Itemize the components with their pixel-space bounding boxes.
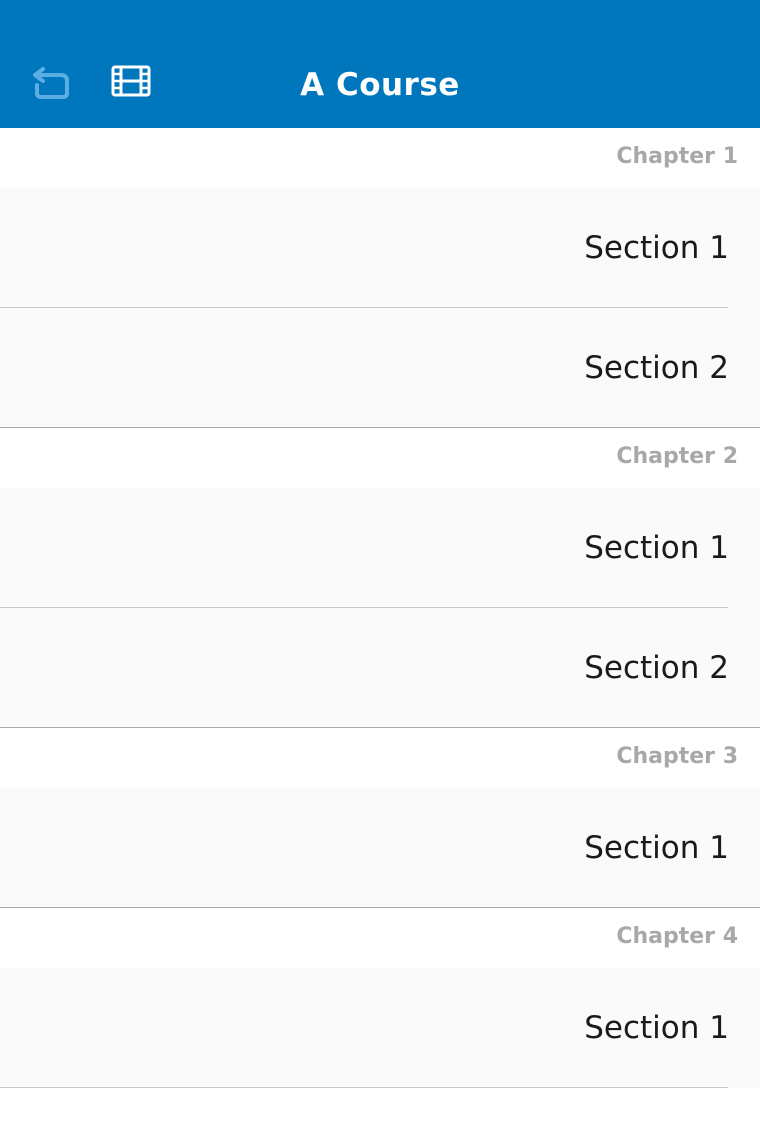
section-row-2-2[interactable]: Section 2 — [0, 608, 760, 728]
chapter-label: Chapter 3 — [616, 744, 738, 769]
chapter-label: Chapter 2 — [616, 444, 738, 469]
chapter-label: Chapter 1 — [616, 144, 738, 169]
course-section-list: Chapter 1 Section 1 Section 2 Chapter 2 … — [0, 128, 760, 1088]
navigation-bar: A Course — [0, 0, 760, 128]
section-label: Section 2 — [584, 650, 729, 686]
chapter-header-3: Chapter 3 — [0, 728, 760, 788]
chapter-header-2: Chapter 2 — [0, 428, 760, 488]
chapter-label: Chapter 4 — [616, 924, 738, 949]
chapter-header-1: Chapter 1 — [0, 128, 760, 188]
page-title: A Course — [300, 67, 460, 103]
section-label: Section 1 — [584, 830, 729, 866]
section-row-3-1[interactable]: Section 1 — [0, 788, 760, 908]
section-label: Section 1 — [584, 230, 729, 266]
section-label: Section 1 — [584, 530, 729, 566]
row-divider — [0, 1087, 728, 1088]
section-label: Section 1 — [584, 1010, 729, 1046]
section-row-1-1[interactable]: Section 1 — [0, 188, 760, 308]
chapter-header-4: Chapter 4 — [0, 908, 760, 968]
app-screen: A Course Chapter 1 Section 1 Section 2 C… — [0, 0, 760, 1136]
section-row-2-1[interactable]: Section 1 — [0, 488, 760, 608]
section-row-1-2[interactable]: Section 2 — [0, 308, 760, 428]
section-label: Section 2 — [584, 350, 729, 386]
section-row-4-1[interactable]: Section 1 — [0, 968, 760, 1088]
